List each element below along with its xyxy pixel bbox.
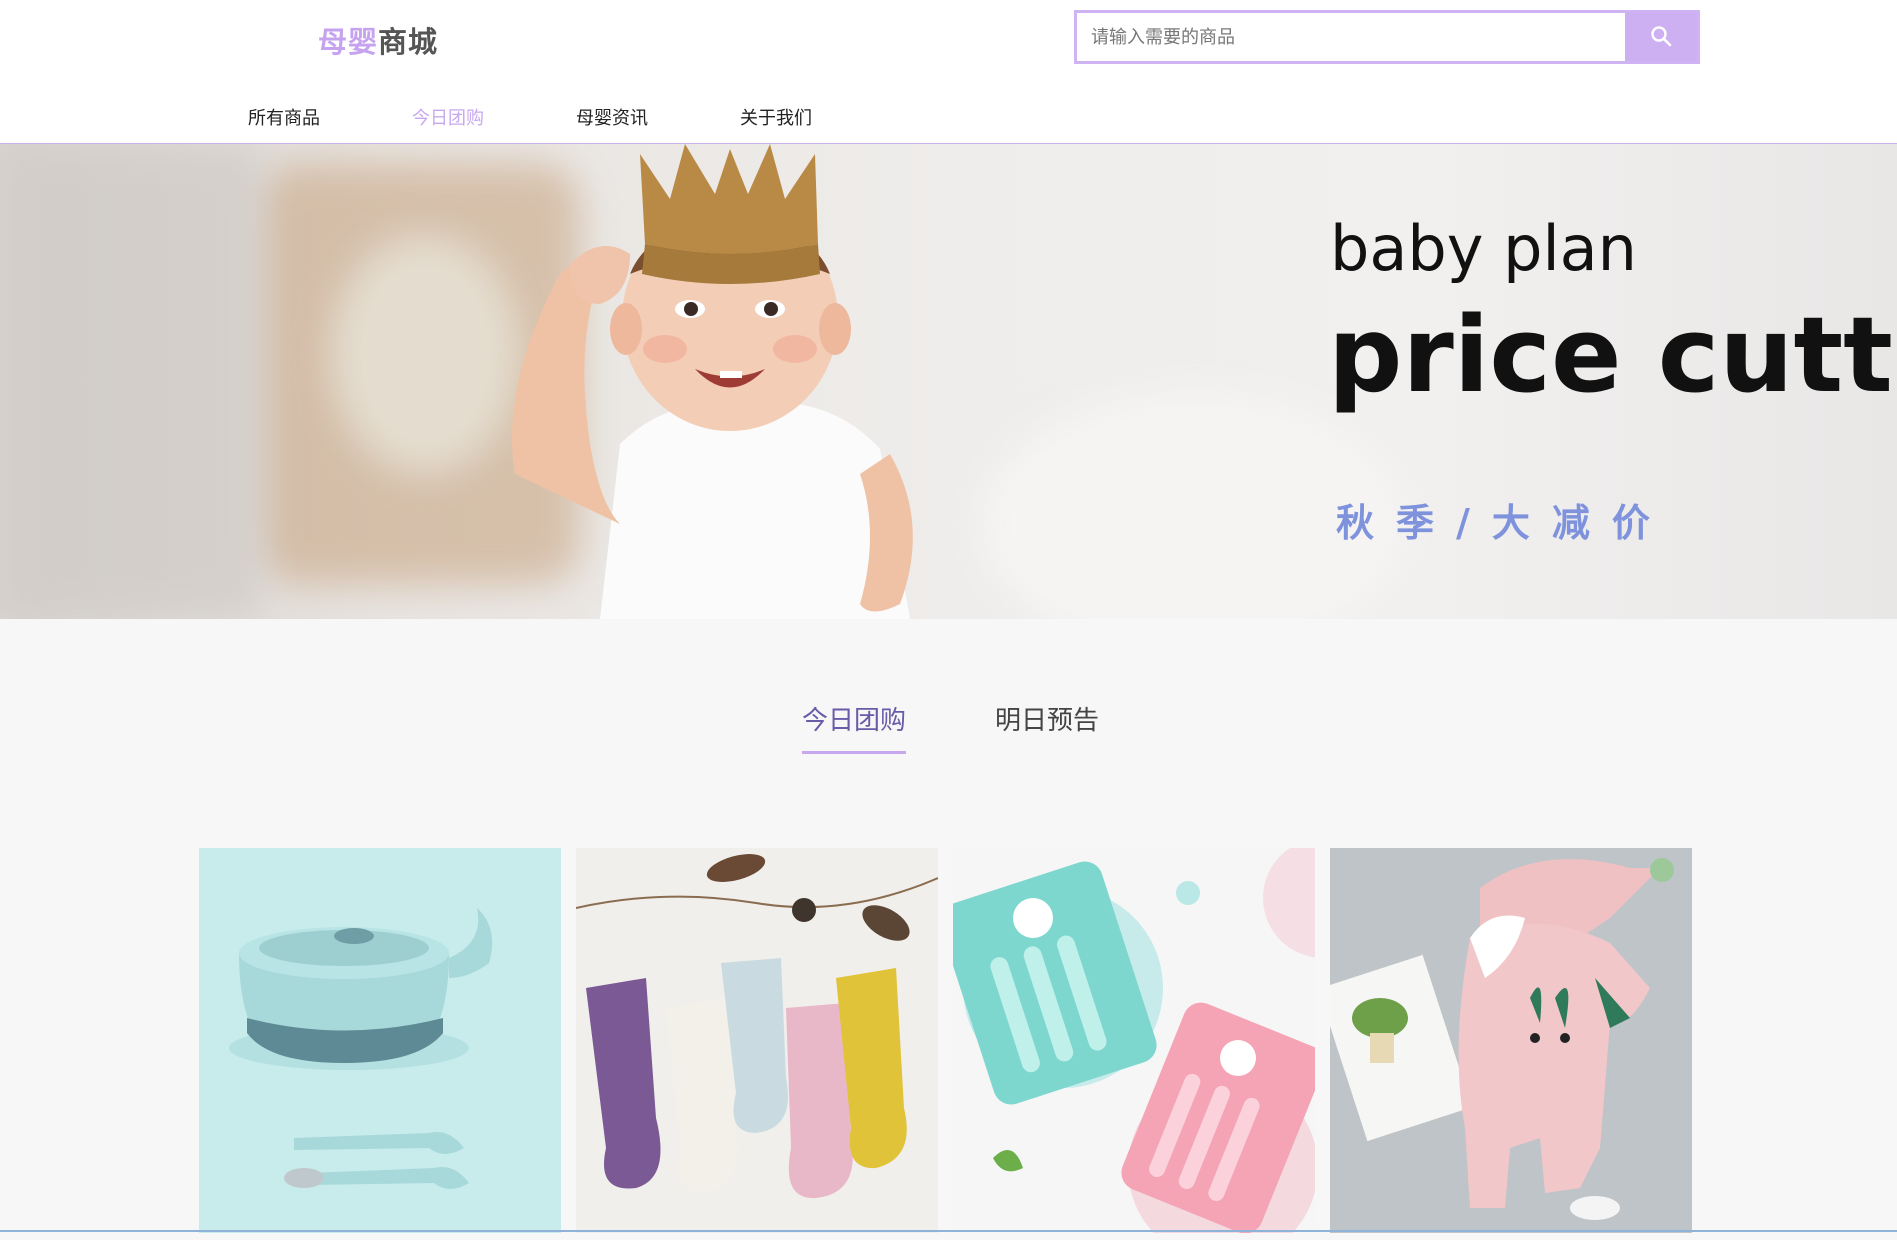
nav-item-all-products[interactable]: 所有商品 bbox=[248, 104, 320, 130]
banner-slogan: 秋季/大减价 bbox=[1336, 501, 1672, 545]
logo-part1: 母婴 bbox=[318, 25, 379, 59]
nav-item-baby-news[interactable]: 母婴资讯 bbox=[576, 104, 648, 130]
search-button[interactable] bbox=[1625, 13, 1697, 61]
banner-headline-large: price cuttin bbox=[1328, 294, 1897, 416]
romper-product-image bbox=[1330, 848, 1692, 1233]
hero-banner[interactable]: baby plan price cuttin 秋季/大减价 bbox=[0, 144, 1897, 619]
product-grid bbox=[0, 848, 1897, 1233]
bowl-spoon-product-image bbox=[199, 848, 561, 1233]
site-header: 母婴商城 所有商品 今日团购 母婴资讯 关于我们 bbox=[0, 0, 1897, 144]
play-mat-product-image bbox=[953, 848, 1315, 1233]
product-card[interactable] bbox=[1330, 848, 1692, 1233]
search-box bbox=[1074, 10, 1700, 64]
product-card[interactable] bbox=[576, 848, 938, 1233]
search-icon bbox=[1649, 24, 1673, 51]
baby-illustration bbox=[512, 144, 913, 619]
socks-product-image bbox=[576, 848, 938, 1233]
window-bottom-border bbox=[0, 1230, 1897, 1232]
site-logo[interactable]: 母婴 商城 bbox=[318, 20, 438, 60]
nav-item-about-us[interactable]: 关于我们 bbox=[740, 104, 812, 130]
tab-today-group-buy[interactable]: 今日团购 bbox=[802, 700, 907, 754]
logo-part2: 商城 bbox=[378, 25, 439, 59]
nav-item-today-group-buy[interactable]: 今日团购 bbox=[412, 104, 484, 130]
tab-tomorrow-preview[interactable]: 明日预告 bbox=[995, 700, 1099, 751]
search-input[interactable] bbox=[1077, 13, 1625, 61]
banner-headline-small: baby plan bbox=[1330, 212, 1637, 285]
product-card[interactable] bbox=[953, 848, 1315, 1233]
product-card[interactable] bbox=[199, 848, 561, 1233]
